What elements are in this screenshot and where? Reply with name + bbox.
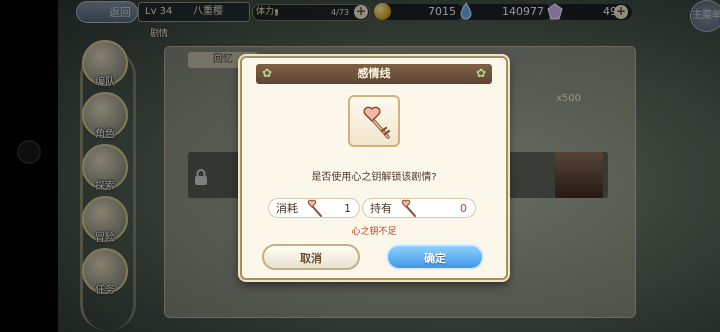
cost-label: 消耗 (276, 202, 298, 215)
insufficient-warning: 心之钥不足 (351, 227, 397, 237)
confirm-button[interactable]: 确定 (386, 244, 484, 270)
heart-key-icon (401, 199, 416, 217)
camera-hole (17, 140, 41, 164)
device-notch (0, 0, 58, 332)
game-screen: 回忆 剧情 x500 编队 角色 探索 冒险 任务 返回 Lv 34 八重樱 体… (0, 0, 720, 332)
clover-icon: ✿ (261, 66, 273, 80)
dialog-title: 感情线 (256, 64, 492, 84)
cancel-button[interactable]: 取消 (262, 244, 360, 270)
cost-value: 1 (344, 202, 351, 215)
heart-key-icon (363, 106, 391, 139)
owned-label: 持有 (370, 202, 392, 215)
owned-value: 0 (460, 202, 467, 215)
heart-key-item (348, 95, 400, 147)
unlock-question: 是否使用心之钥解锁该剧情? (311, 172, 437, 183)
unlock-dialog: 感情线 ✿ ✿ 是否使用心之钥解锁该剧情? 消耗 1 持有 0 心之钥不足 取消… (240, 56, 508, 280)
cost-box: 消耗 1 (268, 198, 360, 218)
owned-box: 持有 0 (362, 198, 476, 218)
clover-icon: ✿ (475, 66, 487, 80)
heart-key-icon (307, 199, 322, 217)
